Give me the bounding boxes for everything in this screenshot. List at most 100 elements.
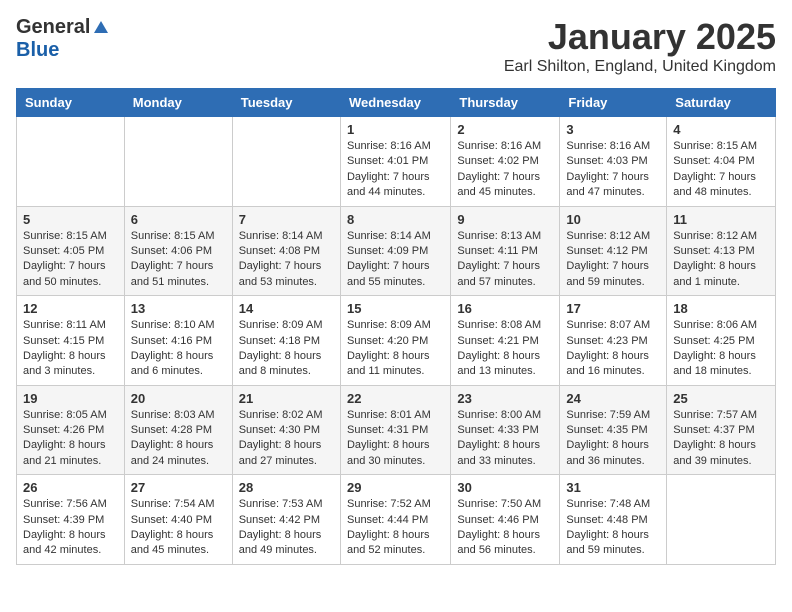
calendar-cell: 27 Sunrise: 7:54 AM Sunset: 4:40 PM Dayli… [124,475,232,565]
day-info: Sunrise: 8:15 AM Sunset: 4:04 PM Dayligh… [673,139,769,201]
location-title: Earl Shilton, England, United Kingdom [504,58,776,76]
day-number: 15 [347,301,444,316]
calendar-cell: 3 Sunrise: 8:16 AM Sunset: 4:03 PM Daylig… [560,117,667,207]
day-number: 22 [347,391,444,406]
logo-blue-text: Blue [16,39,59,62]
month-title: January 2025 [504,16,776,58]
calendar-cell: 30Sunrise: 7:50 AM Sunset: 4:46 PM Dayli… [451,475,560,565]
calendar-cell [667,475,776,565]
day-info: Sunrise: 7:52 AM Sunset: 4:44 PM Dayligh… [347,497,444,559]
logo-general-text: General [16,16,90,39]
calendar-cell: 25 Sunrise: 7:57 AM Sunset: 4:37 PM Dayli… [667,385,776,475]
day-number: 16 [457,301,553,316]
day-number: 27 [131,480,226,495]
day-info: Sunrise: 8:03 AM Sunset: 4:28 PM Dayligh… [131,408,226,470]
calendar-cell [232,117,340,207]
title-area: January 2025 Earl Shilton, England, Unit… [504,16,776,76]
calendar-cell: 21Sunrise: 8:02 AM Sunset: 4:30 PM Dayli… [232,385,340,475]
day-number: 21 [239,391,334,406]
header: General Blue January 2025 Earl Shilton, … [16,16,776,76]
day-info: Sunrise: 8:12 AM Sunset: 4:12 PM Dayligh… [566,229,660,291]
calendar-cell: 14 Sunrise: 8:09 AM Sunset: 4:18 PM Dayli… [232,296,340,386]
day-info: Sunrise: 7:57 AM Sunset: 4:37 PM Dayligh… [673,408,769,470]
day-info: Sunrise: 8:05 AM Sunset: 4:26 PM Dayligh… [23,408,118,470]
day-number: 29 [347,480,444,495]
day-info: Sunrise: 8:12 AM Sunset: 4:13 PM Dayligh… [673,229,769,291]
calendar-cell: 31 Sunrise: 7:48 AM Sunset: 4:48 PM Dayli… [560,475,667,565]
day-info: Sunrise: 7:54 AM Sunset: 4:40 PM Dayligh… [131,497,226,559]
day-number: 14 [239,301,334,316]
calendar-cell: 11Sunrise: 8:12 AM Sunset: 4:13 PM Dayli… [667,206,776,296]
calendar-cell [17,117,125,207]
day-info: Sunrise: 7:59 AM Sunset: 4:35 PM Dayligh… [566,408,660,470]
day-number: 3 [566,122,660,137]
day-number: 9 [457,212,553,227]
header-day-wednesday: Wednesday [340,89,450,117]
header-day-thursday: Thursday [451,89,560,117]
header-day-tuesday: Tuesday [232,89,340,117]
day-number: 6 [131,212,226,227]
day-info: Sunrise: 8:15 AM Sunset: 4:06 PM Dayligh… [131,229,226,291]
calendar-cell: 29 Sunrise: 7:52 AM Sunset: 4:44 PM Dayli… [340,475,450,565]
calendar-cell: 23 Sunrise: 8:00 AM Sunset: 4:33 PM Dayli… [451,385,560,475]
calendar-week-row: 5 Sunrise: 8:15 AM Sunset: 4:05 PM Daylig… [17,206,776,296]
day-number: 8 [347,212,444,227]
day-info: Sunrise: 8:16 AM Sunset: 4:02 PM Dayligh… [457,139,553,201]
day-info: Sunrise: 8:01 AM Sunset: 4:31 PM Dayligh… [347,408,444,470]
day-info: Sunrise: 8:08 AM Sunset: 4:21 PM Dayligh… [457,318,553,380]
header-day-friday: Friday [560,89,667,117]
calendar-cell: 24Sunrise: 7:59 AM Sunset: 4:35 PM Dayli… [560,385,667,475]
day-number: 17 [566,301,660,316]
header-day-sunday: Sunday [17,89,125,117]
day-number: 7 [239,212,334,227]
day-info: Sunrise: 7:48 AM Sunset: 4:48 PM Dayligh… [566,497,660,559]
calendar-header-row: SundayMondayTuesdayWednesdayThursdayFrid… [17,89,776,117]
calendar-cell: 17 Sunrise: 8:07 AM Sunset: 4:23 PM Dayli… [560,296,667,386]
day-info: Sunrise: 8:11 AM Sunset: 4:15 PM Dayligh… [23,318,118,380]
calendar-week-row: 12Sunrise: 8:11 AM Sunset: 4:15 PM Dayli… [17,296,776,386]
calendar-week-row: 1Sunrise: 8:16 AM Sunset: 4:01 PM Daylig… [17,117,776,207]
day-number: 25 [673,391,769,406]
day-info: Sunrise: 8:13 AM Sunset: 4:11 PM Dayligh… [457,229,553,291]
calendar-cell: 19 Sunrise: 8:05 AM Sunset: 4:26 PM Dayli… [17,385,125,475]
calendar-cell: 8Sunrise: 8:14 AM Sunset: 4:09 PM Daylig… [340,206,450,296]
calendar-week-row: 19 Sunrise: 8:05 AM Sunset: 4:26 PM Dayli… [17,385,776,475]
day-number: 18 [673,301,769,316]
calendar-cell: 28 Sunrise: 7:53 AM Sunset: 4:42 PM Dayli… [232,475,340,565]
day-info: Sunrise: 8:15 AM Sunset: 4:05 PM Dayligh… [23,229,118,291]
day-info: Sunrise: 8:00 AM Sunset: 4:33 PM Dayligh… [457,408,553,470]
day-info: Sunrise: 8:09 AM Sunset: 4:20 PM Dayligh… [347,318,444,380]
day-number: 19 [23,391,118,406]
day-number: 26 [23,480,118,495]
calendar-cell: 16 Sunrise: 8:08 AM Sunset: 4:21 PM Dayli… [451,296,560,386]
logo-icon [92,19,110,37]
day-number: 23 [457,391,553,406]
calendar-cell: 10 Sunrise: 8:12 AM Sunset: 4:12 PM Dayli… [560,206,667,296]
day-info: Sunrise: 8:09 AM Sunset: 4:18 PM Dayligh… [239,318,334,380]
logo: General Blue [16,16,110,62]
calendar-cell: 2Sunrise: 8:16 AM Sunset: 4:02 PM Daylig… [451,117,560,207]
calendar-cell: 6 Sunrise: 8:15 AM Sunset: 4:06 PM Daylig… [124,206,232,296]
calendar-cell: 4 Sunrise: 8:15 AM Sunset: 4:04 PM Daylig… [667,117,776,207]
day-number: 10 [566,212,660,227]
calendar: SundayMondayTuesdayWednesdayThursdayFrid… [16,88,776,565]
calendar-week-row: 26Sunrise: 7:56 AM Sunset: 4:39 PM Dayli… [17,475,776,565]
day-info: Sunrise: 8:10 AM Sunset: 4:16 PM Dayligh… [131,318,226,380]
day-number: 5 [23,212,118,227]
calendar-cell: 5 Sunrise: 8:15 AM Sunset: 4:05 PM Daylig… [17,206,125,296]
calendar-cell: 20Sunrise: 8:03 AM Sunset: 4:28 PM Dayli… [124,385,232,475]
header-day-monday: Monday [124,89,232,117]
calendar-cell: 15 Sunrise: 8:09 AM Sunset: 4:20 PM Dayli… [340,296,450,386]
calendar-cell: 9 Sunrise: 8:13 AM Sunset: 4:11 PM Daylig… [451,206,560,296]
calendar-cell: 18 Sunrise: 8:06 AM Sunset: 4:25 PM Dayli… [667,296,776,386]
day-info: Sunrise: 8:16 AM Sunset: 4:03 PM Dayligh… [566,139,660,201]
day-info: Sunrise: 8:06 AM Sunset: 4:25 PM Dayligh… [673,318,769,380]
calendar-cell: 1Sunrise: 8:16 AM Sunset: 4:01 PM Daylig… [340,117,450,207]
calendar-cell [124,117,232,207]
day-info: Sunrise: 7:53 AM Sunset: 4:42 PM Dayligh… [239,497,334,559]
day-info: Sunrise: 8:07 AM Sunset: 4:23 PM Dayligh… [566,318,660,380]
day-number: 31 [566,480,660,495]
day-number: 4 [673,122,769,137]
day-number: 28 [239,480,334,495]
day-info: Sunrise: 8:16 AM Sunset: 4:01 PM Dayligh… [347,139,444,201]
